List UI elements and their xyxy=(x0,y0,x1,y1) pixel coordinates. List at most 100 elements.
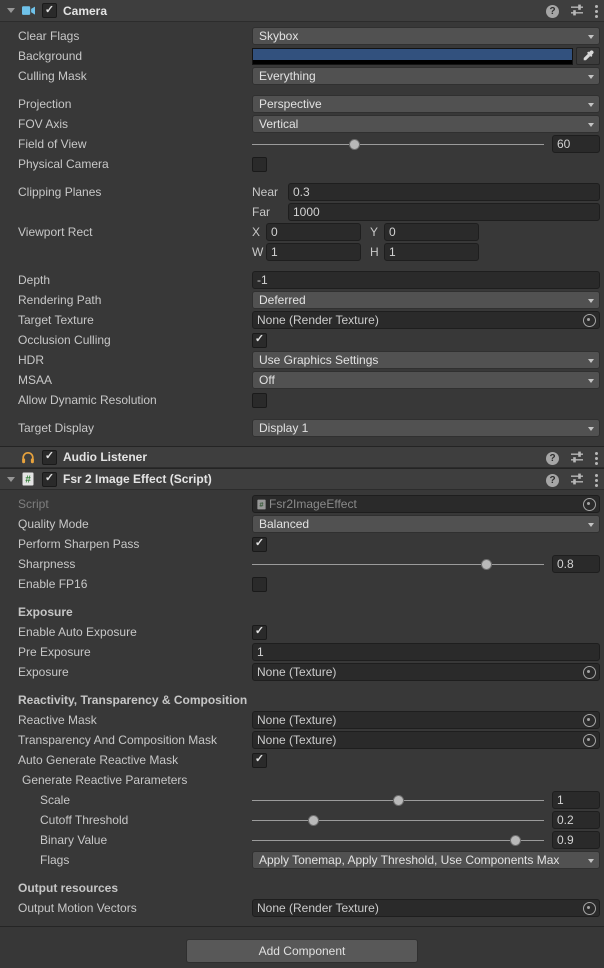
camera-component-header[interactable]: ✓ Camera ? xyxy=(0,0,604,22)
audio-listener-enabled-checkbox[interactable]: ✓ xyxy=(42,450,57,465)
slider-knob[interactable] xyxy=(481,559,492,570)
viewport-x-input[interactable] xyxy=(266,223,361,241)
more-menu-icon[interactable] xyxy=(595,5,598,18)
target-display-dropdown[interactable]: Display 1 xyxy=(252,419,600,437)
more-menu-icon[interactable] xyxy=(595,452,598,465)
help-icon[interactable]: ? xyxy=(546,452,559,465)
output-motion-vectors-object-field[interactable]: None (Render Texture) xyxy=(252,899,600,917)
sharpness-input[interactable] xyxy=(552,555,600,573)
projection-row: Projection Perspective xyxy=(0,94,604,114)
enable-auto-exposure-checkbox[interactable]: ✓ xyxy=(252,625,267,640)
target-display-row: Target Display Display 1 xyxy=(0,418,604,438)
add-component-button[interactable]: Add Component xyxy=(186,939,418,963)
field-of-view-row: Field of View xyxy=(0,134,604,154)
object-picker-icon[interactable] xyxy=(583,734,596,747)
enable-auto-exposure-row: Enable Auto Exposure ✓ xyxy=(0,622,604,642)
fsr2-enabled-checkbox[interactable]: ✓ xyxy=(42,472,57,487)
object-picker-icon[interactable] xyxy=(583,498,596,511)
clipping-near-input[interactable] xyxy=(288,183,600,201)
object-picker-icon[interactable] xyxy=(583,666,596,679)
depth-row: Depth xyxy=(0,270,604,290)
sharpness-slider[interactable] xyxy=(252,555,544,573)
transparency-mask-object-field[interactable]: None (Texture) xyxy=(252,731,600,749)
rendering-path-dropdown[interactable]: Deferred xyxy=(252,291,600,309)
exposure-object-field[interactable]: None (Texture) xyxy=(252,663,600,681)
hdr-row: HDR Use Graphics Settings xyxy=(0,350,604,370)
exposure-row: Exposure None (Texture) xyxy=(0,662,604,682)
slider-knob[interactable] xyxy=(510,835,521,846)
culling-mask-dropdown[interactable]: Everything xyxy=(252,67,600,85)
viewport-h-input[interactable] xyxy=(384,243,479,261)
allow-dynamic-resolution-checkbox[interactable]: ✓ xyxy=(252,393,267,408)
script-icon: # xyxy=(20,471,36,487)
audio-listener-title: Audio Listener xyxy=(63,450,147,464)
camera-enabled-checkbox[interactable]: ✓ xyxy=(42,3,57,18)
quality-mode-dropdown[interactable]: Balanced xyxy=(252,515,600,533)
output-motion-vectors-row: Output Motion Vectors None (Render Textu… xyxy=(0,898,604,918)
cutoff-threshold-slider[interactable] xyxy=(252,811,544,829)
chevron-down-icon xyxy=(588,299,594,303)
script-object-field[interactable]: # Fsr2ImageEffect xyxy=(252,495,600,513)
object-picker-icon[interactable] xyxy=(583,714,596,727)
projection-dropdown[interactable]: Perspective xyxy=(252,95,600,113)
object-picker-icon[interactable] xyxy=(583,314,596,327)
chevron-down-icon xyxy=(588,103,594,107)
cutoff-threshold-input[interactable] xyxy=(552,811,600,829)
scale-slider[interactable] xyxy=(252,791,544,809)
fsr2-foldout-icon[interactable] xyxy=(7,477,15,482)
generate-reactive-parameters-row[interactable]: Generate Reactive Parameters xyxy=(0,770,604,790)
slider-knob[interactable] xyxy=(393,795,404,806)
flags-dropdown[interactable]: Apply Tonemap, Apply Threshold, Use Comp… xyxy=(252,851,600,869)
script-icon: # xyxy=(257,499,266,510)
fsr2-component-header[interactable]: # ✓ Fsr 2 Image Effect (Script) ? xyxy=(0,468,604,490)
viewport-y-input[interactable] xyxy=(384,223,479,241)
scale-input[interactable] xyxy=(552,791,600,809)
enable-fp16-checkbox[interactable]: ✓ xyxy=(252,577,267,592)
fsr2-title: Fsr 2 Image Effect (Script) xyxy=(63,472,212,486)
viewport-w-input[interactable] xyxy=(266,243,361,261)
reactive-mask-object-field[interactable]: None (Texture) xyxy=(252,711,600,729)
occlusion-culling-checkbox[interactable]: ✓ xyxy=(252,333,267,348)
presets-icon[interactable] xyxy=(570,3,584,20)
pre-exposure-input[interactable] xyxy=(252,643,600,661)
binary-value-slider[interactable] xyxy=(252,831,544,849)
audio-listener-component-header[interactable]: ✓ Audio Listener ? xyxy=(0,446,604,468)
hdr-dropdown[interactable]: Use Graphics Settings xyxy=(252,351,600,369)
msaa-row: MSAA Off xyxy=(0,370,604,390)
object-picker-icon[interactable] xyxy=(583,902,596,915)
target-texture-object-field[interactable]: None (Render Texture) xyxy=(252,311,600,329)
fov-axis-dropdown[interactable]: Vertical xyxy=(252,115,600,133)
inspector-panel: ✓ Camera ? Clear Flags Skybox Background xyxy=(0,0,604,968)
eyedropper-button[interactable] xyxy=(576,47,600,65)
help-icon[interactable]: ? xyxy=(546,5,559,18)
clear-flags-dropdown[interactable]: Skybox xyxy=(252,27,600,45)
camera-foldout-icon[interactable] xyxy=(7,8,15,13)
binary-value-row: Binary Value xyxy=(0,830,604,850)
physical-camera-checkbox[interactable]: ✓ xyxy=(252,157,267,172)
presets-icon[interactable] xyxy=(570,472,584,489)
rendering-path-row: Rendering Path Deferred xyxy=(0,290,604,310)
inspector-footer: Add Component xyxy=(0,926,604,968)
chevron-down-icon xyxy=(588,123,594,127)
transparency-mask-row: Transparency And Composition Mask None (… xyxy=(0,730,604,750)
presets-icon[interactable] xyxy=(570,450,584,467)
help-icon[interactable]: ? xyxy=(546,474,559,487)
depth-input[interactable] xyxy=(252,271,600,289)
slider-knob[interactable] xyxy=(349,139,360,150)
chevron-down-icon xyxy=(588,379,594,383)
flags-row: Flags Apply Tonemap, Apply Threshold, Us… xyxy=(0,850,604,870)
clipping-far-input[interactable] xyxy=(288,203,600,221)
more-menu-icon[interactable] xyxy=(595,474,598,487)
enable-fp16-row: Enable FP16 ✓ xyxy=(0,574,604,594)
slider-knob[interactable] xyxy=(308,815,319,826)
eyedropper-icon xyxy=(582,50,594,62)
perform-sharpen-pass-checkbox[interactable]: ✓ xyxy=(252,537,267,552)
pre-exposure-row: Pre Exposure xyxy=(0,642,604,662)
msaa-dropdown[interactable]: Off xyxy=(252,371,600,389)
headphones-icon xyxy=(20,449,36,465)
field-of-view-input[interactable] xyxy=(552,135,600,153)
background-color-field[interactable] xyxy=(252,48,573,65)
field-of-view-slider[interactable] xyxy=(252,135,544,153)
auto-generate-reactive-mask-checkbox[interactable]: ✓ xyxy=(252,753,267,768)
binary-value-input[interactable] xyxy=(552,831,600,849)
